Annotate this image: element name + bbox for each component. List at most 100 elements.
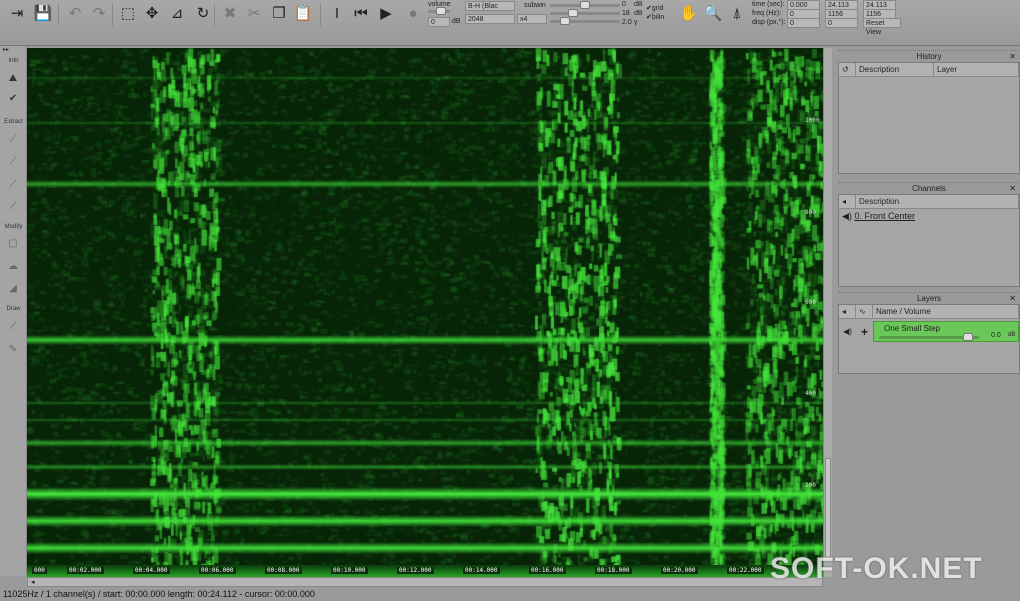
channels-title: Channels [912,184,946,193]
x-tick-label: 00:02.000 [67,567,104,574]
column-name-volume[interactable]: Name / Volume [873,305,1019,318]
modify-tool-2-icon[interactable]: ☁ [6,261,20,273]
zoom-icon[interactable]: 🔍 [702,3,724,25]
freq-label: freq (Hz): [752,10,782,17]
gamma-slider[interactable] [550,17,620,25]
channels-panel: Channels ✕ ◂ Description ◀) 0. Front Cente… [838,182,1020,287]
cut-icon[interactable]: ✖ [219,3,241,25]
x-tick-label: 00:04.000 [133,567,170,574]
extract-tool-3-icon[interactable]: ⟋ [6,179,20,191]
scissors-icon[interactable]: ✂ [243,3,265,25]
speaker-icon: ◂ [839,195,856,208]
disp-x-field[interactable]: 0 [787,18,820,28]
spectrum-icon[interactable]: ⛰ [6,73,20,85]
gain1-value: 0 [622,1,626,8]
pencil-icon[interactable]: ⟋ [6,321,20,333]
eraser-icon[interactable]: ◢ [6,283,20,295]
waveform-icon: ∿ [856,305,873,318]
redo-icon[interactable]: ↷ [88,3,110,25]
time-axis: 000 00:02.000 00:04.000 00:06.000 00:08.000 0… [27,565,823,577]
section-extract: Extract [4,119,23,125]
reset-view-button[interactable]: Reset View [863,18,901,36]
y-tick-label: 800 [805,209,816,216]
undo-icon[interactable]: ↶ [64,3,86,25]
rotate-3d-icon[interactable]: ⍋ [726,3,748,25]
colormap-select[interactable]: B-H (Blac [465,1,515,11]
volume-slider[interactable] [428,7,450,15]
modify-tool-1-icon[interactable]: ▢ [6,238,20,250]
paste-icon[interactable]: 📋 [292,3,314,25]
pick-icon[interactable]: ✔ [6,93,20,105]
close-icon[interactable]: ✕ [1009,183,1016,195]
resize-icon[interactable]: ⊿ [166,3,188,25]
contrast-slider[interactable] [550,9,620,17]
scroll-left-icon[interactable]: ◂ [31,578,35,586]
gain-slider[interactable] [550,1,620,9]
speaker-icon: ◂ [839,305,856,318]
close-icon[interactable]: ✕ [1009,293,1016,305]
y-tick-label: 200 [805,482,816,489]
speaker-icon[interactable]: ◀) [839,327,856,336]
layer-name: One Small Step [884,324,941,333]
history-panel: History ✕ ↺ Description Layer [838,50,1020,174]
gamma-value: 2.0 [622,19,632,26]
extract-tool-2-icon[interactable]: ⟋ [6,156,20,168]
layer-volume-unit: dB [1008,332,1016,338]
hand-icon[interactable]: ✋ [678,3,700,25]
speaker-icon[interactable]: ◀) [842,211,852,221]
close-icon[interactable]: ✕ [1009,51,1016,63]
x-tick-label: 00:14.000 [463,567,500,574]
subwin-label: subwin [524,2,546,9]
layer-volume-slider[interactable] [879,333,979,341]
channel-item[interactable]: ◀) 0. Front Center [839,209,1019,224]
add-icon[interactable]: + [856,325,873,339]
extract-tool-4-icon[interactable]: ⟋ [6,201,20,213]
history-title: History [916,52,942,61]
x-tick-label: 00:20.000 [661,567,698,574]
vertical-scrollbar[interactable] [823,48,832,577]
subwin-select[interactable]: x4 [517,14,547,24]
horizontal-scrollbar[interactable]: ◂ [27,577,823,587]
fft-size-select[interactable]: 2048 [465,14,515,24]
layer-volume-value: 0.0 [991,332,1001,339]
layers-title: Layers [916,294,941,303]
copy-icon[interactable]: ❐ [268,3,290,25]
collapse-icon[interactable]: ▸▸ [0,46,27,53]
x-tick-label: 00:16.000 [529,567,566,574]
play-icon[interactable]: ▶ [375,3,397,25]
status-bar: 11025Hz / 1 channel(s) / start: 00:00.00… [3,589,315,599]
undo-icon[interactable]: ↺ [839,63,856,76]
volume-value[interactable]: 0 [428,17,450,27]
time-label: time (sec): [752,1,785,8]
cursor-icon[interactable]: I [326,3,348,25]
volume-unit: dB [452,18,461,25]
import-icon[interactable]: ⇥ [6,3,28,25]
extract-tool-1-icon[interactable]: ⟋ [6,134,20,146]
select-icon[interactable]: ⬚ [117,3,139,25]
layer-row[interactable]: ◀) + One Small Step 0.0 dB [839,319,1019,344]
layers-panel: Layers ✕ ◂ ∿ Name / Volume ◀) + One Small S… [838,292,1020,374]
x-tick-label: 00:08.000 [265,567,302,574]
bilin-checkbox[interactable]: ✔bilin [646,13,664,21]
layer-item[interactable]: One Small Step 0.0 dB [873,321,1019,342]
column-description[interactable]: Description [856,63,934,76]
grid-checkbox[interactable]: ✔grid [646,4,664,12]
move-icon[interactable]: ✥ [141,3,163,25]
disp-angle-field[interactable]: 0 [825,18,858,28]
tool-panel: ▸▸ Info ⛰ ✔ Extract ⟋ ⟋ ⟋ ⟋ Modify ▢ ☁ ◢… [0,46,27,576]
gain2-unit: dB [634,10,643,17]
column-layer[interactable]: Layer [934,63,1019,76]
section-modify: Modify [4,224,23,230]
rewind-icon[interactable]: ⏮ [350,3,372,25]
x-tick-label: 00:12.000 [397,567,434,574]
x-tick-label: 00:10.000 [331,567,368,574]
brush-icon[interactable]: ✎ [6,344,20,356]
y-tick-label: 400 [805,390,816,397]
spectrogram-canvas[interactable] [27,48,823,565]
x-tick-label: 00:06.000 [199,567,236,574]
reset-icon[interactable]: ↻ [192,3,214,25]
record-icon[interactable]: ● [402,3,424,25]
save-icon[interactable]: 💾 [32,3,54,25]
section-info: Info [8,58,19,64]
column-description[interactable]: Description [856,195,1019,208]
